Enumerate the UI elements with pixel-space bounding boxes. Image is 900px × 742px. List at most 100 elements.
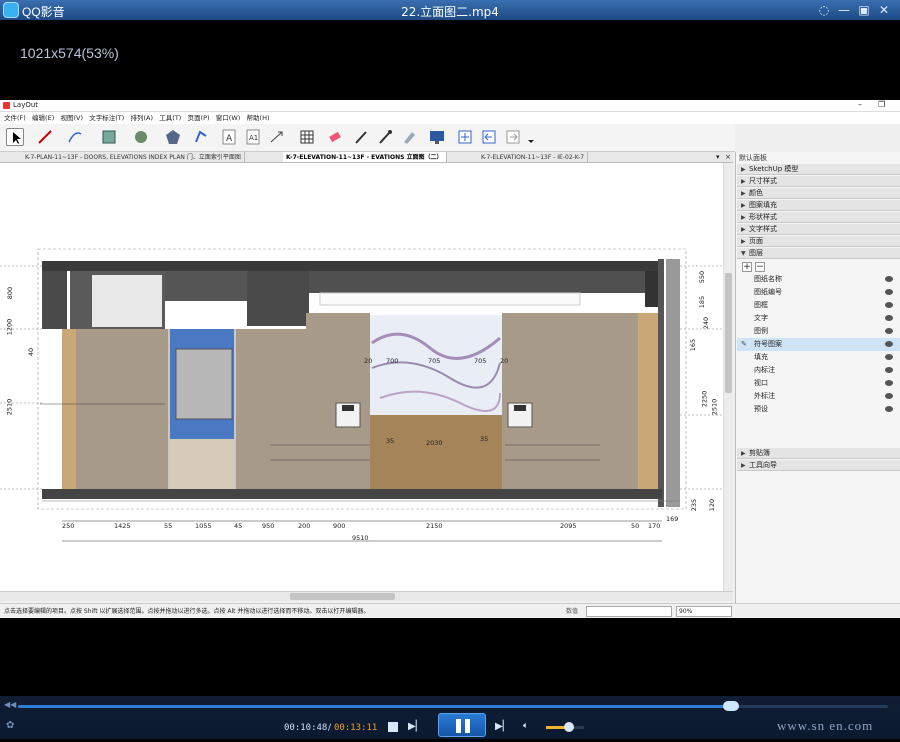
previous-button[interactable]: ▶▏ bbox=[408, 720, 423, 734]
eye-icon[interactable] bbox=[885, 393, 893, 399]
menu-text[interactable]: 文字标注(T) bbox=[89, 112, 124, 124]
polygon-tool-icon[interactable] bbox=[164, 128, 182, 146]
eye-icon[interactable] bbox=[885, 315, 893, 321]
vertical-scroll-thumb[interactable] bbox=[725, 273, 732, 393]
menu-edit[interactable]: 编辑(E) bbox=[32, 112, 54, 124]
tab-close-icon[interactable]: × bbox=[725, 152, 731, 162]
layer-item[interactable]: 文字 bbox=[737, 312, 900, 325]
offset-tool-icon[interactable] bbox=[192, 128, 210, 146]
style-tool-icon[interactable] bbox=[352, 128, 370, 146]
toolbar-overflow-icon[interactable] bbox=[526, 128, 536, 146]
close-button[interactable]: ✕ bbox=[876, 2, 892, 18]
layout-restore-button[interactable]: ❐ bbox=[878, 100, 885, 109]
maximize-button[interactable]: ▣ bbox=[856, 2, 872, 18]
tray-section-pattern-fill[interactable]: ▶ 图案填充 bbox=[737, 200, 900, 211]
tab-elevation-active[interactable]: K-7-ELEVATION-11~13F - EVATIONS 立面图（二） bbox=[283, 152, 447, 162]
tab-plan[interactable]: K-7-PLAN-11~13F - DOORS, ELEVATIONS INDE… bbox=[22, 152, 245, 162]
circle-tool-icon[interactable] bbox=[132, 128, 150, 146]
layer-item-active[interactable]: ✎ 符号图案 bbox=[737, 338, 900, 351]
layer-item[interactable]: 图例 bbox=[737, 325, 900, 338]
tray-section-text-style[interactable]: ▶ 文字样式 bbox=[737, 224, 900, 235]
tray-section-layers[interactable]: ▼ 图层 bbox=[737, 248, 900, 259]
menu-arrange[interactable]: 排列(A) bbox=[131, 112, 154, 124]
rewind-icon[interactable]: ◀◀ bbox=[4, 700, 16, 709]
table-tool-icon[interactable] bbox=[298, 128, 316, 146]
measurements-input[interactable] bbox=[586, 606, 672, 617]
pause-button[interactable] bbox=[438, 713, 486, 737]
tray-section-scrapbooks[interactable]: ▶ 剪贴簿 bbox=[737, 448, 900, 459]
tab-elevation-ie02[interactable]: K-7-ELEVATION-11~13F - IE-02-K-7 bbox=[478, 152, 589, 162]
seek-handle[interactable] bbox=[723, 701, 739, 711]
dim-inner-4: 2030 bbox=[426, 439, 443, 447]
next-page-icon[interactable] bbox=[504, 128, 522, 146]
dim-bottom-10: 50 bbox=[631, 522, 640, 530]
tray-section-colors[interactable]: ▶ 颜色 bbox=[737, 188, 900, 199]
stop-button[interactable] bbox=[388, 722, 398, 732]
split-tool-icon[interactable] bbox=[376, 128, 394, 146]
menu-window[interactable]: 窗口(W) bbox=[216, 112, 241, 124]
next-button[interactable]: ▶▏ bbox=[495, 720, 510, 734]
vertical-scrollbar[interactable] bbox=[723, 163, 733, 591]
drawing-canvas[interactable]: 250 1425 55 1055 45 950 200 900 2150 209… bbox=[0, 163, 733, 591]
zoom-select[interactable]: 90% bbox=[676, 606, 732, 617]
eraser-tool-icon[interactable] bbox=[326, 128, 344, 146]
eye-icon[interactable] bbox=[885, 406, 893, 412]
menu-view[interactable]: 视图(V) bbox=[60, 112, 83, 124]
line-tool-icon[interactable] bbox=[36, 128, 54, 146]
add-page-icon[interactable] bbox=[456, 128, 474, 146]
layer-item[interactable]: 内标注 bbox=[737, 364, 900, 377]
layout-minimize-button[interactable]: – bbox=[858, 100, 862, 109]
arc-tool-icon[interactable] bbox=[66, 128, 84, 146]
eye-icon[interactable] bbox=[885, 341, 893, 347]
tab-menu-icon[interactable]: ▾ bbox=[716, 152, 720, 162]
eye-icon[interactable] bbox=[885, 328, 893, 334]
eye-icon[interactable] bbox=[885, 276, 893, 282]
svg-text:A: A bbox=[226, 134, 233, 144]
layer-item[interactable]: 图框 bbox=[737, 299, 900, 312]
layer-item[interactable]: 预设 bbox=[737, 403, 900, 416]
minimize-button[interactable]: — bbox=[836, 2, 852, 18]
layer-item[interactable]: 填充 bbox=[737, 351, 900, 364]
dimension-tool-icon[interactable] bbox=[268, 128, 286, 146]
layer-item[interactable]: 图纸编号 bbox=[737, 286, 900, 299]
eye-icon[interactable] bbox=[885, 354, 893, 360]
add-layer-button[interactable]: + bbox=[742, 262, 752, 272]
layout-title-bar: LayOut – ❐ bbox=[0, 100, 900, 112]
menu-pages[interactable]: 页面(P) bbox=[188, 112, 210, 124]
menu-help[interactable]: 帮助(H) bbox=[247, 112, 270, 124]
select-tool-icon[interactable] bbox=[6, 128, 24, 146]
volume-icon[interactable]: 🔈︎ bbox=[523, 721, 537, 733]
layer-item[interactable]: 图纸名称 bbox=[737, 273, 900, 286]
tray-section-shape-style[interactable]: ▶ 形状样式 bbox=[737, 212, 900, 223]
skin-icon[interactable]: ◌ bbox=[816, 2, 832, 18]
dim-right-5: 2510 bbox=[710, 398, 719, 416]
horizontal-scrollbar[interactable] bbox=[0, 591, 733, 601]
menu-tools[interactable]: 工具(T) bbox=[159, 112, 181, 124]
previous-page-icon[interactable] bbox=[480, 128, 498, 146]
menu-file[interactable]: 文件(F) bbox=[4, 112, 26, 124]
tray-section-dimension-style[interactable]: ▶ 尺寸样式 bbox=[737, 176, 900, 187]
text-tool-icon[interactable]: A bbox=[220, 128, 238, 146]
settings-icon[interactable]: ✿ bbox=[6, 720, 20, 734]
horizontal-scroll-thumb[interactable] bbox=[290, 593, 395, 600]
dim-inner-6: 20 bbox=[364, 357, 373, 365]
elevation-drawing bbox=[0, 248, 723, 542]
status-message: 点击选择要编辑的项目。点按 Shift 以扩展选择范围。点按并拖动以进行多选。点… bbox=[4, 608, 370, 615]
presentation-icon[interactable] bbox=[428, 128, 446, 146]
tray-section-sketchup-model[interactable]: ▶ SketchUp 模型 bbox=[737, 164, 900, 175]
rectangle-tool-icon[interactable] bbox=[100, 128, 118, 146]
dim-bottom-5: 950 bbox=[262, 522, 275, 530]
volume-handle[interactable] bbox=[564, 722, 574, 732]
tray-section-instructor[interactable]: ▶ 工具向导 bbox=[737, 460, 900, 471]
eye-icon[interactable] bbox=[885, 302, 893, 308]
delete-layer-button[interactable]: − bbox=[755, 262, 765, 272]
eye-icon[interactable] bbox=[885, 380, 893, 386]
label-tool-icon[interactable]: A1 bbox=[244, 128, 262, 146]
join-tool-icon[interactable] bbox=[400, 128, 418, 146]
tray-section-pages[interactable]: ▶ 页面 bbox=[737, 236, 900, 247]
eye-icon[interactable] bbox=[885, 289, 893, 295]
tray-title: 默认面板 bbox=[739, 154, 767, 162]
layer-item[interactable]: 视口 bbox=[737, 377, 900, 390]
layer-item[interactable]: 外标注 bbox=[737, 390, 900, 403]
eye-icon[interactable] bbox=[885, 367, 893, 373]
